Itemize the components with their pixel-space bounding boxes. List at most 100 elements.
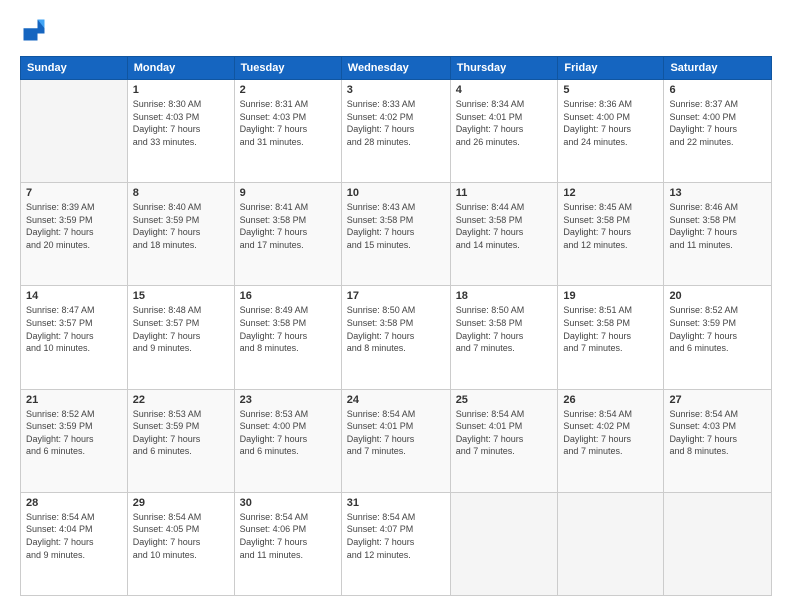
day-info: Sunrise: 8:54 AM Sunset: 4:01 PM Dayligh… bbox=[456, 408, 553, 458]
day-number: 14 bbox=[26, 290, 122, 302]
calendar-cell: 23Sunrise: 8:53 AM Sunset: 4:00 PM Dayli… bbox=[234, 389, 341, 492]
calendar-header: SundayMondayTuesdayWednesdayThursdayFrid… bbox=[21, 57, 772, 80]
calendar-cell: 14 Sunrise: 8:47 AM Sunset: 3:57 PM Dayli… bbox=[21, 286, 128, 389]
calendar-cell bbox=[450, 492, 558, 595]
calendar-cell: 20 Sunrise: 8:52 AM Sunset: 3:59 PM Dayli… bbox=[664, 286, 772, 389]
calendar-cell: 3 Sunrise: 8:33 AM Sunset: 4:02 PM Daylig… bbox=[341, 80, 450, 183]
day-info: Sunrise: 8:34 AM Sunset: 4:01 PM Dayligh… bbox=[456, 98, 553, 148]
calendar-cell bbox=[21, 80, 128, 183]
day-number: 16 bbox=[240, 290, 336, 302]
day-info: Sunrise: 8:52 AM Sunset: 3:59 PM Dayligh… bbox=[26, 408, 122, 458]
day-info: Sunrise: 8:30 AM Sunset: 4:03 PM Dayligh… bbox=[133, 98, 229, 148]
calendar-cell: 28 Sunrise: 8:54 AM Sunset: 4:04 PM Dayli… bbox=[21, 492, 128, 595]
day-info: Sunrise: 8:50 AM Sunset: 3:58 PM Dayligh… bbox=[456, 304, 553, 354]
day-header-tuesday: Tuesday bbox=[234, 57, 341, 80]
day-number: 19 bbox=[563, 290, 658, 302]
calendar-cell: 1 Sunrise: 8:30 AM Sunset: 4:03 PM Daylig… bbox=[127, 80, 234, 183]
calendar-cell bbox=[664, 492, 772, 595]
day-info: Sunrise: 8:54 AM Sunset: 4:03 PM Dayligh… bbox=[669, 408, 766, 458]
day-number: 6 bbox=[669, 84, 766, 96]
day-info: Sunrise: 8:52 AM Sunset: 3:59 PM Dayligh… bbox=[669, 304, 766, 354]
calendar-cell: 2 Sunrise: 8:31 AM Sunset: 4:03 PM Daylig… bbox=[234, 80, 341, 183]
day-number: 20 bbox=[669, 290, 766, 302]
calendar-cell: 12 Sunrise: 8:45 AM Sunset: 3:58 PM Dayli… bbox=[558, 183, 664, 286]
day-number: 24 bbox=[347, 394, 445, 406]
day-info: Sunrise: 8:37 AM Sunset: 4:00 PM Dayligh… bbox=[669, 98, 766, 148]
calendar-body: 1 Sunrise: 8:30 AM Sunset: 4:03 PM Daylig… bbox=[21, 80, 772, 596]
day-number: 15 bbox=[133, 290, 229, 302]
calendar-cell: 26Sunrise: 8:54 AM Sunset: 4:02 PM Dayli… bbox=[558, 389, 664, 492]
day-number: 8 bbox=[133, 187, 229, 199]
day-info: Sunrise: 8:54 AM Sunset: 4:06 PM Dayligh… bbox=[240, 511, 336, 561]
day-number: 2 bbox=[240, 84, 336, 96]
day-number: 12 bbox=[563, 187, 658, 199]
day-info: Sunrise: 8:54 AM Sunset: 4:04 PM Dayligh… bbox=[26, 511, 122, 561]
calendar-cell bbox=[558, 492, 664, 595]
day-info: Sunrise: 8:54 AM Sunset: 4:07 PM Dayligh… bbox=[347, 511, 445, 561]
day-info: Sunrise: 8:49 AM Sunset: 3:58 PM Dayligh… bbox=[240, 304, 336, 354]
day-info: Sunrise: 8:51 AM Sunset: 3:58 PM Dayligh… bbox=[563, 304, 658, 354]
calendar-cell: 31 Sunrise: 8:54 AM Sunset: 4:07 PM Dayli… bbox=[341, 492, 450, 595]
day-number: 28 bbox=[26, 497, 122, 509]
day-info: Sunrise: 8:53 AM Sunset: 3:59 PM Dayligh… bbox=[133, 408, 229, 458]
day-header-friday: Friday bbox=[558, 57, 664, 80]
page: SundayMondayTuesdayWednesdayThursdayFrid… bbox=[0, 0, 792, 612]
calendar-cell: 8 Sunrise: 8:40 AM Sunset: 3:59 PM Daylig… bbox=[127, 183, 234, 286]
calendar-cell: 21 Sunrise: 8:52 AM Sunset: 3:59 PM Dayli… bbox=[21, 389, 128, 492]
day-header-sunday: Sunday bbox=[21, 57, 128, 80]
days-header-row: SundayMondayTuesdayWednesdayThursdayFrid… bbox=[21, 57, 772, 80]
calendar-cell: 10 Sunrise: 8:43 AM Sunset: 3:58 PM Dayli… bbox=[341, 183, 450, 286]
day-number: 5 bbox=[563, 84, 658, 96]
day-number: 31 bbox=[347, 497, 445, 509]
calendar-cell: 16 Sunrise: 8:49 AM Sunset: 3:58 PM Dayli… bbox=[234, 286, 341, 389]
day-number: 4 bbox=[456, 84, 553, 96]
day-info: Sunrise: 8:36 AM Sunset: 4:00 PM Dayligh… bbox=[563, 98, 658, 148]
day-info: Sunrise: 8:54 AM Sunset: 4:05 PM Dayligh… bbox=[133, 511, 229, 561]
logo-icon bbox=[20, 16, 48, 44]
day-info: Sunrise: 8:45 AM Sunset: 3:58 PM Dayligh… bbox=[563, 201, 658, 251]
day-info: Sunrise: 8:54 AM Sunset: 4:01 PM Dayligh… bbox=[347, 408, 445, 458]
calendar-cell: 27 Sunrise: 8:54 AM Sunset: 4:03 PM Dayli… bbox=[664, 389, 772, 492]
day-info: Sunrise: 8:44 AM Sunset: 3:58 PM Dayligh… bbox=[456, 201, 553, 251]
calendar-cell: 17Sunrise: 8:50 AM Sunset: 3:58 PM Dayli… bbox=[341, 286, 450, 389]
day-info: Sunrise: 8:41 AM Sunset: 3:58 PM Dayligh… bbox=[240, 201, 336, 251]
calendar-cell: 22Sunrise: 8:53 AM Sunset: 3:59 PM Dayli… bbox=[127, 389, 234, 492]
day-info: Sunrise: 8:33 AM Sunset: 4:02 PM Dayligh… bbox=[347, 98, 445, 148]
day-number: 9 bbox=[240, 187, 336, 199]
day-number: 13 bbox=[669, 187, 766, 199]
day-info: Sunrise: 8:47 AM Sunset: 3:57 PM Dayligh… bbox=[26, 304, 122, 354]
calendar-cell: 7Sunrise: 8:39 AM Sunset: 3:59 PM Daylig… bbox=[21, 183, 128, 286]
day-number: 1 bbox=[133, 84, 229, 96]
calendar: SundayMondayTuesdayWednesdayThursdayFrid… bbox=[20, 56, 772, 596]
day-info: Sunrise: 8:54 AM Sunset: 4:02 PM Dayligh… bbox=[563, 408, 658, 458]
calendar-cell: 13Sunrise: 8:46 AM Sunset: 3:58 PM Dayli… bbox=[664, 183, 772, 286]
day-header-wednesday: Wednesday bbox=[341, 57, 450, 80]
calendar-week-3: 14 Sunrise: 8:47 AM Sunset: 3:57 PM Dayli… bbox=[21, 286, 772, 389]
day-info: Sunrise: 8:50 AM Sunset: 3:58 PM Dayligh… bbox=[347, 304, 445, 354]
calendar-cell: 11 Sunrise: 8:44 AM Sunset: 3:58 PM Dayli… bbox=[450, 183, 558, 286]
calendar-cell: 19 Sunrise: 8:51 AM Sunset: 3:58 PM Dayli… bbox=[558, 286, 664, 389]
day-info: Sunrise: 8:53 AM Sunset: 4:00 PM Dayligh… bbox=[240, 408, 336, 458]
day-number: 21 bbox=[26, 394, 122, 406]
logo bbox=[20, 16, 52, 44]
day-number: 10 bbox=[347, 187, 445, 199]
calendar-week-1: 1 Sunrise: 8:30 AM Sunset: 4:03 PM Daylig… bbox=[21, 80, 772, 183]
calendar-cell: 30Sunrise: 8:54 AM Sunset: 4:06 PM Dayli… bbox=[234, 492, 341, 595]
day-info: Sunrise: 8:31 AM Sunset: 4:03 PM Dayligh… bbox=[240, 98, 336, 148]
day-number: 11 bbox=[456, 187, 553, 199]
day-header-saturday: Saturday bbox=[664, 57, 772, 80]
day-info: Sunrise: 8:39 AM Sunset: 3:59 PM Dayligh… bbox=[26, 201, 122, 251]
calendar-cell: 25Sunrise: 8:54 AM Sunset: 4:01 PM Dayli… bbox=[450, 389, 558, 492]
day-info: Sunrise: 8:43 AM Sunset: 3:58 PM Dayligh… bbox=[347, 201, 445, 251]
calendar-cell: 9 Sunrise: 8:41 AM Sunset: 3:58 PM Daylig… bbox=[234, 183, 341, 286]
calendar-cell: 29Sunrise: 8:54 AM Sunset: 4:05 PM Dayli… bbox=[127, 492, 234, 595]
calendar-week-5: 28 Sunrise: 8:54 AM Sunset: 4:04 PM Dayli… bbox=[21, 492, 772, 595]
calendar-week-4: 21 Sunrise: 8:52 AM Sunset: 3:59 PM Dayli… bbox=[21, 389, 772, 492]
day-header-thursday: Thursday bbox=[450, 57, 558, 80]
day-number: 3 bbox=[347, 84, 445, 96]
calendar-cell: 6 Sunrise: 8:37 AM Sunset: 4:00 PM Daylig… bbox=[664, 80, 772, 183]
day-number: 27 bbox=[669, 394, 766, 406]
calendar-cell: 4 Sunrise: 8:34 AM Sunset: 4:01 PM Daylig… bbox=[450, 80, 558, 183]
day-info: Sunrise: 8:40 AM Sunset: 3:59 PM Dayligh… bbox=[133, 201, 229, 251]
day-header-monday: Monday bbox=[127, 57, 234, 80]
